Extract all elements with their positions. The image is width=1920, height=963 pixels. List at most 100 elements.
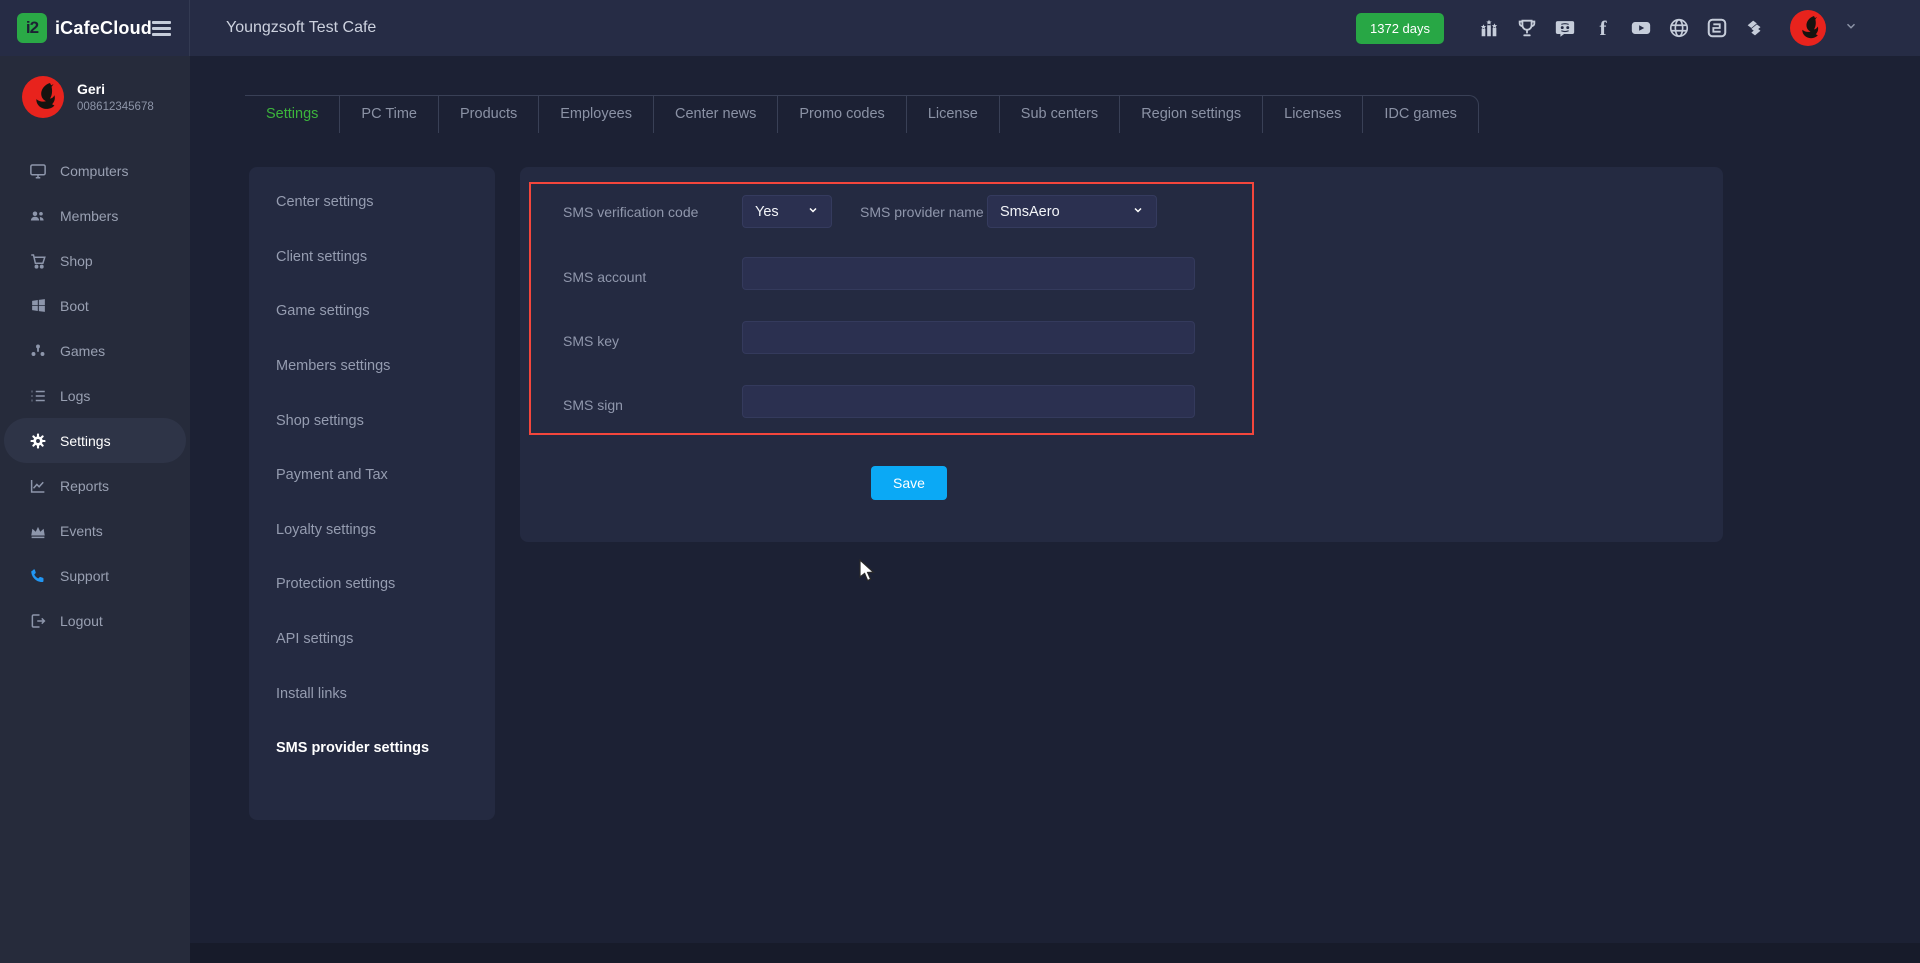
sms-provider-select[interactable]: SmsAero [987, 195, 1157, 228]
chart-icon [29, 477, 47, 495]
submenu-loyalty-settings[interactable]: Loyalty settings [249, 503, 495, 558]
sidebar-item-events[interactable]: Events [4, 508, 186, 553]
hamburger-menu-icon[interactable] [152, 21, 171, 36]
user-meta: Geri 008612345678 [77, 81, 154, 113]
sidebar-item-label: Events [60, 523, 103, 539]
tabstrip: Settings PC Time Products Employees Cent… [245, 95, 1479, 133]
mouse-cursor [858, 559, 880, 588]
sms-account-input[interactable] [742, 257, 1195, 290]
tab-settings[interactable]: Settings [245, 96, 339, 133]
tab-promo-codes[interactable]: Promo codes [777, 96, 905, 133]
logout-icon [29, 612, 47, 630]
sms-verification-label: SMS verification code [563, 204, 698, 220]
sidebar-item-label: Logs [60, 388, 90, 404]
tab-license[interactable]: License [906, 96, 999, 133]
sidebar-item-label: Shop [60, 253, 93, 269]
submenu-center-settings[interactable]: Center settings [249, 175, 495, 230]
topbar-right-cluster: 1372 days f [1356, 10, 1920, 46]
cart-icon [29, 252, 47, 270]
sidebar-item-label: Games [60, 343, 105, 359]
sms-account-label: SMS account [563, 269, 646, 285]
sms-verification-value: Yes [755, 204, 779, 220]
tab-pc-time[interactable]: PC Time [339, 96, 438, 133]
settings-submenu-panel: Center settings Client settings Game set… [249, 167, 495, 820]
sidebar-item-label: Support [60, 568, 109, 584]
cafe-title: Youngzsoft Test Cafe [226, 19, 376, 37]
sms-sign-label: SMS sign [563, 397, 623, 413]
trophy-icon[interactable] [1516, 17, 1538, 39]
sms-key-label: SMS key [563, 333, 619, 349]
sidebar-item-label: Reports [60, 478, 109, 494]
stack-icon[interactable] [1744, 17, 1766, 39]
sidebar-item-members[interactable]: Members [4, 193, 186, 238]
youtube-icon[interactable] [1630, 17, 1652, 39]
chevron-down-icon[interactable] [1844, 19, 1858, 38]
sidebar-item-games[interactable]: Games [4, 328, 186, 373]
submenu-sms-provider-settings[interactable]: SMS provider settings [249, 721, 495, 776]
sms-verification-select[interactable]: Yes [742, 195, 832, 228]
submenu-members-settings[interactable]: Members settings [249, 339, 495, 394]
sms-provider-label: SMS provider name [860, 204, 984, 220]
discord-icon[interactable] [1554, 17, 1576, 39]
monitor-icon [29, 162, 47, 180]
icafecloud-logo-icon: i2 [17, 13, 47, 43]
submenu-game-settings[interactable]: Game settings [249, 284, 495, 339]
sms-sign-input[interactable] [742, 385, 1195, 418]
sidebar-item-boot[interactable]: Boot [4, 283, 186, 328]
sidebar-item-settings[interactable]: Settings [4, 418, 186, 463]
tab-region-settings[interactable]: Region settings [1119, 96, 1262, 133]
gear-icon [29, 432, 47, 450]
submenu-api-settings[interactable]: API settings [249, 612, 495, 667]
icafecloud-icon[interactable] [1706, 17, 1728, 39]
save-button[interactable]: Save [871, 466, 947, 500]
tab-products[interactable]: Products [438, 96, 538, 133]
sidebar-menu: Computers Members Shop Boot Games [0, 148, 190, 643]
brand-name: iCafeCloud [55, 18, 152, 39]
submenu-shop-settings[interactable]: Shop settings [249, 393, 495, 448]
facebook-icon[interactable]: f [1592, 17, 1614, 39]
phone-icon [29, 567, 47, 585]
list-icon [29, 387, 47, 405]
topbar: i2 iCafeCloud Youngzsoft Test Cafe 1372 … [0, 0, 1920, 56]
submenu-payment-and-tax[interactable]: Payment and Tax [249, 448, 495, 503]
tab-sub-centers[interactable]: Sub centers [999, 96, 1119, 133]
user-name: Geri [77, 81, 154, 97]
chevron-down-icon [1132, 204, 1144, 220]
user-phone: 008612345678 [77, 101, 154, 113]
crown-icon [29, 522, 47, 540]
tab-idc-games[interactable]: IDC games [1362, 96, 1478, 133]
user-avatar[interactable] [1790, 10, 1826, 46]
sms-key-input[interactable] [742, 321, 1195, 354]
sidebar: Geri 008612345678 Computers Members Shop [0, 56, 190, 963]
sidebar-item-reports[interactable]: Reports [4, 463, 186, 508]
members-icon [29, 207, 47, 225]
user-block[interactable]: Geri 008612345678 [0, 56, 190, 136]
chevron-down-icon [807, 204, 819, 220]
sidebar-item-computers[interactable]: Computers [4, 148, 186, 193]
submenu-client-settings[interactable]: Client settings [249, 230, 495, 285]
sms-settings-form-panel: SMS verification code Yes SMS provider n… [520, 167, 1723, 542]
icafecloud-app: { "topbar": { "brand": "iCafeCloud", "ca… [0, 0, 1920, 963]
submenu-protection-settings[interactable]: Protection settings [249, 557, 495, 612]
brand-zone: i2 iCafeCloud [0, 0, 190, 56]
sidebar-item-label: Members [60, 208, 118, 224]
submenu-install-links[interactable]: Install links [249, 666, 495, 721]
tab-licenses[interactable]: Licenses [1262, 96, 1362, 133]
sms-provider-value: SmsAero [1000, 204, 1060, 220]
ranking-icon[interactable] [1478, 17, 1500, 39]
gamepad-icon [29, 342, 47, 360]
sidebar-item-logout[interactable]: Logout [4, 598, 186, 643]
website-icon[interactable] [1668, 17, 1690, 39]
sidebar-item-label: Settings [60, 433, 111, 449]
sidebar-user-avatar [22, 76, 64, 118]
sidebar-item-label: Boot [60, 298, 89, 314]
sidebar-item-shop[interactable]: Shop [4, 238, 186, 283]
sidebar-item-logs[interactable]: Logs [4, 373, 186, 418]
sidebar-item-support[interactable]: Support [4, 553, 186, 598]
license-days-badge[interactable]: 1372 days [1356, 13, 1444, 44]
main-content: Settings PC Time Products Employees Cent… [190, 56, 1920, 943]
tab-center-news[interactable]: Center news [653, 96, 777, 133]
sidebar-item-label: Computers [60, 163, 128, 179]
tab-employees[interactable]: Employees [538, 96, 653, 133]
windows-icon [29, 297, 47, 315]
